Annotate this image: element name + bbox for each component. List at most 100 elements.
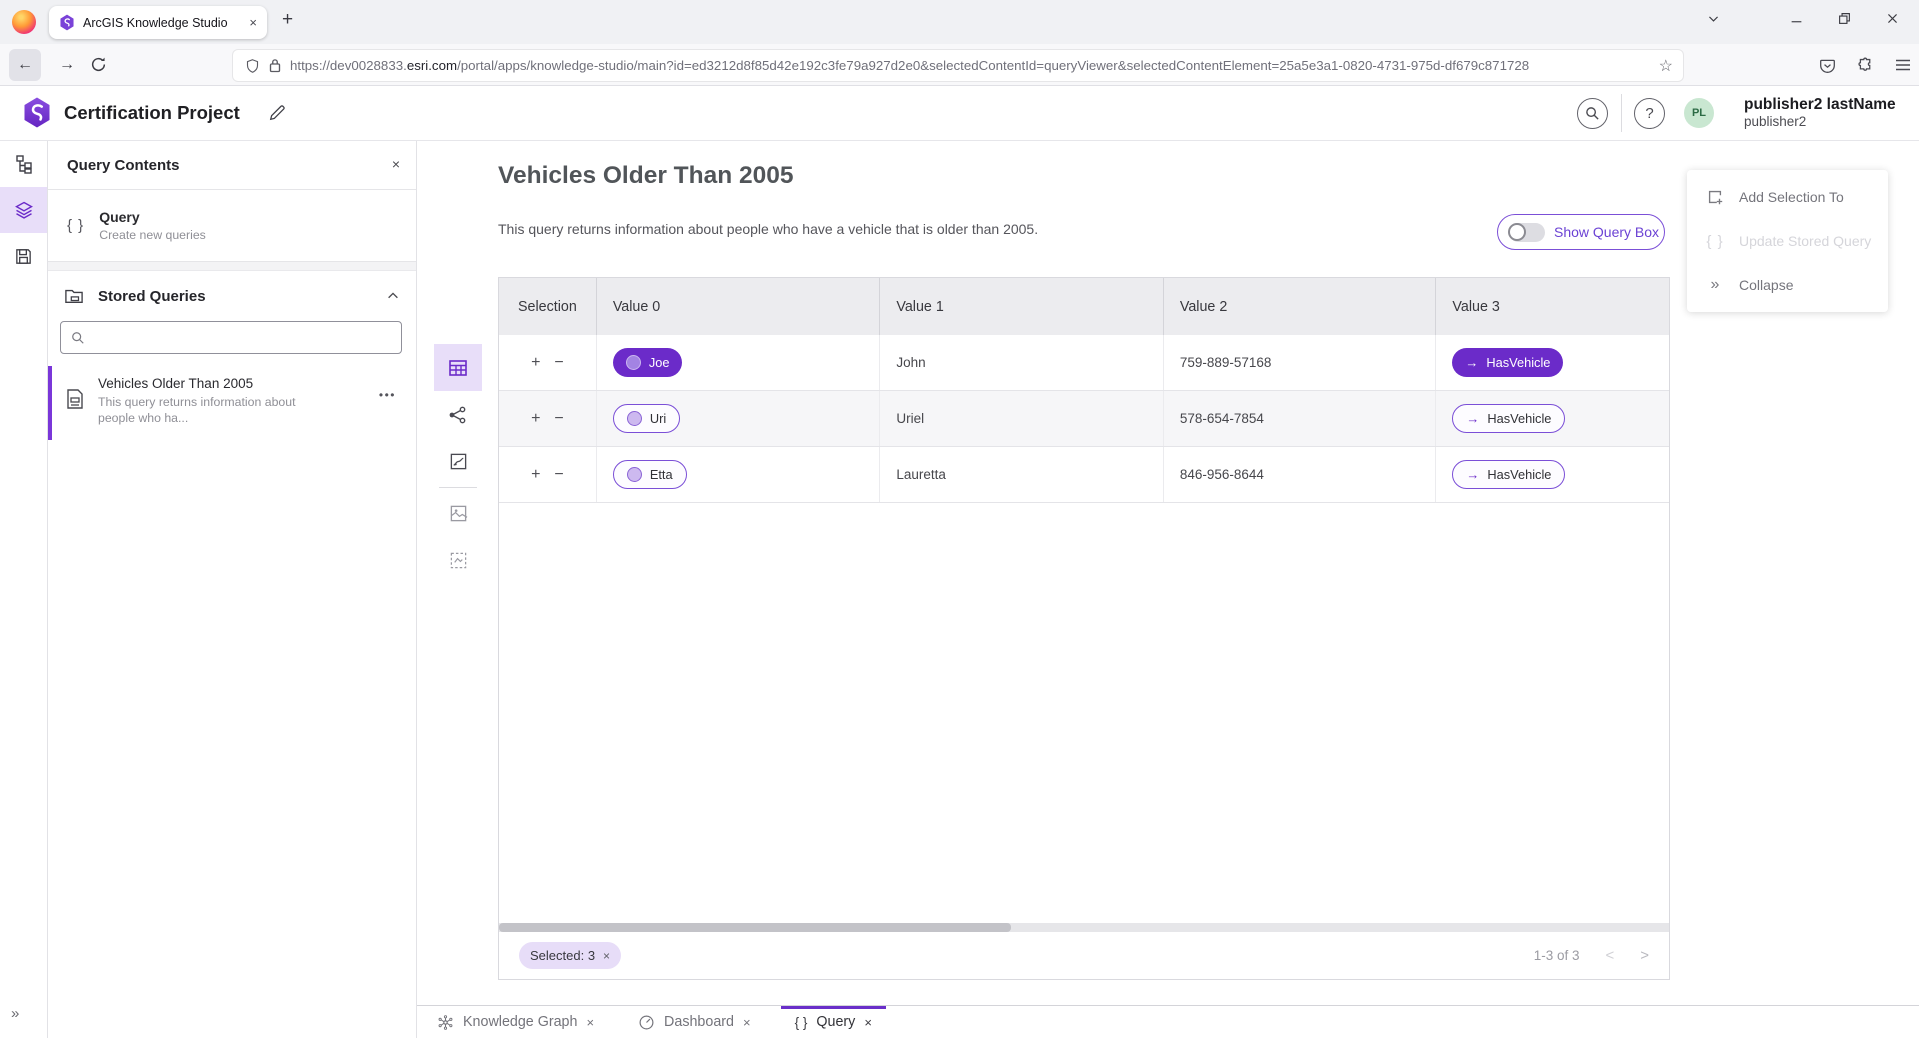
link-chart-view-button[interactable] xyxy=(434,391,482,438)
menu-item-add-selection-to[interactable]: Add Selection To xyxy=(1687,175,1888,219)
bookmark-star-icon[interactable]: ☆ xyxy=(1659,56,1673,76)
table-view-button[interactable] xyxy=(434,344,482,391)
help-button[interactable]: ? xyxy=(1634,98,1665,129)
menu-hamburger-icon[interactable] xyxy=(1895,57,1911,73)
page-description: This query returns information about peo… xyxy=(498,221,1038,237)
toggle-knob[interactable] xyxy=(1508,223,1526,241)
cell-value: 578-654-7854 xyxy=(1164,391,1437,446)
remove-from-selection-icon[interactable]: − xyxy=(554,411,563,427)
remove-from-selection-icon[interactable]: − xyxy=(554,355,563,371)
dashboard-gauge-icon xyxy=(638,1014,655,1031)
scrollbar-thumb[interactable] xyxy=(499,923,1011,932)
stored-query-icon xyxy=(66,389,84,409)
query-item-subtitle: Create new queries xyxy=(99,228,206,242)
horizontal-scrollbar[interactable] xyxy=(499,923,1669,932)
panel-title: Query Contents xyxy=(67,157,180,174)
extensions-puzzle-icon[interactable] xyxy=(1857,57,1874,74)
dashed-select-icon xyxy=(449,551,468,570)
entity-pill[interactable]: Joe xyxy=(613,348,683,377)
search-icon xyxy=(1585,106,1600,121)
column-header: Value 2 xyxy=(1164,278,1437,335)
window-minimize-button[interactable] xyxy=(1790,12,1820,25)
add-to-selection-icon[interactable]: + xyxy=(531,467,540,483)
tab-dashboard[interactable]: Dashboard × xyxy=(624,1006,765,1038)
back-button[interactable]: ← xyxy=(9,49,41,81)
relationship-pill[interactable]: →HasVehicle xyxy=(1452,404,1565,433)
previous-page-icon[interactable]: < xyxy=(1605,947,1614,964)
save-icon xyxy=(14,247,33,266)
user-name: publisher2 lastName xyxy=(1744,95,1896,114)
edit-pencil-icon[interactable] xyxy=(268,104,286,122)
column-header: Value 3 xyxy=(1436,278,1669,335)
relationship-pill[interactable]: →HasVehicle xyxy=(1452,460,1565,489)
layers-icon xyxy=(14,200,34,220)
select-area-view-button[interactable] xyxy=(434,537,482,584)
entity-dot-icon xyxy=(626,355,641,370)
braces-icon: { } xyxy=(795,1015,808,1030)
user-menu[interactable]: publisher2 lastName publisher2 xyxy=(1744,95,1896,131)
chevron-up-icon[interactable] xyxy=(386,289,400,303)
query-item-title: Query xyxy=(99,209,206,225)
show-query-box-toggle[interactable]: Show Query Box xyxy=(1497,214,1665,250)
pocket-icon[interactable] xyxy=(1819,57,1836,74)
relationship-pill[interactable]: →HasVehicle xyxy=(1452,348,1563,377)
add-to-selection-icon[interactable]: + xyxy=(531,355,540,371)
stored-queries-header[interactable]: Stored Queries xyxy=(48,275,416,317)
tab-close-icon[interactable]: × xyxy=(249,15,257,30)
project-title: Certification Project xyxy=(64,102,240,124)
stored-queries-search[interactable] xyxy=(60,321,402,354)
search-input[interactable] xyxy=(93,330,391,345)
tab-query[interactable]: { } Query × xyxy=(781,1006,886,1038)
map-view-button[interactable] xyxy=(434,438,482,485)
reload-button[interactable] xyxy=(90,56,107,73)
stored-queries-title: Stored Queries xyxy=(98,288,372,305)
results-table: Selection Value 0 Value 1 Value 2 Value … xyxy=(498,277,1670,980)
stored-query-item[interactable]: Vehicles Older Than 2005 This query retu… xyxy=(48,366,416,440)
clear-selection-icon[interactable]: × xyxy=(603,949,610,963)
entity-pill[interactable]: Uri xyxy=(613,404,680,433)
remove-from-selection-icon[interactable]: − xyxy=(554,467,563,483)
rail-item-data-model[interactable] xyxy=(0,141,47,187)
rail-item-contents[interactable] xyxy=(0,187,47,233)
column-header: Selection xyxy=(499,278,597,335)
forward-button[interactable]: → xyxy=(51,49,83,81)
avatar[interactable]: PL xyxy=(1684,98,1714,128)
table-header-row: Selection Value 0 Value 1 Value 2 Value … xyxy=(499,278,1669,335)
left-rail: » xyxy=(0,141,48,1038)
header-divider xyxy=(1621,94,1622,132)
table-row: +− Etta Lauretta 846-956-8644 →HasVehicl… xyxy=(499,447,1669,503)
table-footer: Selected: 3 × 1-3 of 3 < > xyxy=(499,932,1669,979)
tab-close-icon[interactable]: × xyxy=(743,1015,751,1030)
stored-query-desc: This query returns information aboutpeop… xyxy=(98,395,296,427)
search-button[interactable] xyxy=(1577,98,1608,129)
lock-icon[interactable] xyxy=(269,58,281,73)
more-options-icon[interactable]: ••• xyxy=(379,388,396,402)
panel-close-icon[interactable]: × xyxy=(392,156,400,172)
cell-value: Lauretta xyxy=(880,447,1164,502)
url-bar[interactable]: https://dev0028833.esri.com/portal/apps/… xyxy=(233,50,1683,81)
browser-tab[interactable]: ArcGIS Knowledge Studio × xyxy=(49,6,267,39)
selected-count-chip[interactable]: Selected: 3 × xyxy=(519,942,621,969)
tab-close-icon[interactable]: × xyxy=(586,1015,594,1030)
add-to-selection-icon[interactable]: + xyxy=(531,411,540,427)
entity-pill[interactable]: Etta xyxy=(613,460,687,489)
new-tab-button[interactable]: + xyxy=(282,9,293,31)
window-restore-button[interactable] xyxy=(1838,12,1868,25)
rail-expand-button[interactable]: » xyxy=(11,1005,17,1022)
url-text: https://dev0028833.esri.com/portal/apps/… xyxy=(290,58,1650,73)
new-map-view-button[interactable] xyxy=(434,490,482,537)
rail-item-save[interactable] xyxy=(0,233,47,279)
toggle-track[interactable] xyxy=(1509,223,1545,242)
firefox-icon[interactable] xyxy=(12,10,36,34)
page-title: Vehicles Older Than 2005 xyxy=(498,162,794,190)
next-page-icon[interactable]: > xyxy=(1640,947,1649,964)
context-menu: Add Selection To { } Update Stored Query… xyxy=(1687,170,1888,312)
menu-item-collapse[interactable]: » Collapse xyxy=(1687,263,1888,307)
tab-close-icon[interactable]: × xyxy=(864,1015,872,1030)
shield-icon[interactable] xyxy=(245,58,260,74)
query-item[interactable]: { } Query Create new queries xyxy=(48,190,416,262)
tab-knowledge-graph[interactable]: Knowledge Graph × xyxy=(423,1006,608,1038)
window-close-button[interactable] xyxy=(1886,12,1916,25)
arrow-right-icon: → xyxy=(1466,467,1479,482)
tab-list-chevron-icon[interactable] xyxy=(1707,12,1737,25)
